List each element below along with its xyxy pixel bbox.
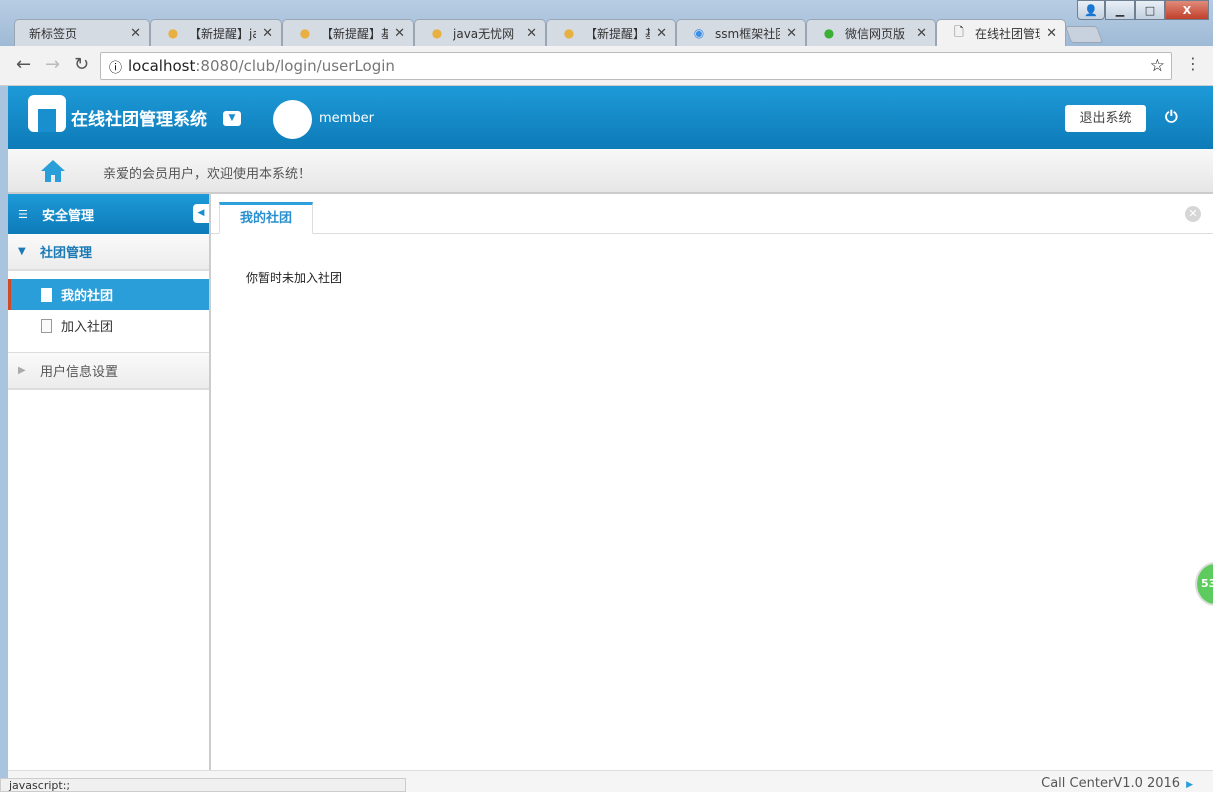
empty-message: 你暂时未加入社团 — [246, 271, 343, 285]
chrome-like-icon: ◉ — [693, 26, 705, 40]
forward-icon[interactable]: → — [45, 54, 60, 75]
browser-tab[interactable]: ● 【新提醒】基 ✕ — [282, 19, 414, 46]
url-path: :8080/club/login/userLogin — [195, 57, 395, 75]
browser-tab[interactable]: 新标签页 ✕ — [14, 19, 150, 46]
tab-label: java无忧网 — [453, 26, 515, 41]
browser-tab-bar: 新标签页 ✕ ● 【新提醒】ja ✕ ● 【新提醒】基 ✕ ● java无忧网 ✕ ● 【新提… — [0, 0, 1213, 47]
document-icon — [41, 287, 52, 302]
sidebar-group-club[interactable]: ▼ 社团管理 — [8, 234, 209, 271]
item-label: 我的社团 — [61, 289, 114, 304]
close-icon[interactable]: ✕ — [130, 26, 141, 41]
minimize-button[interactable]: ▁ — [1105, 0, 1135, 20]
forum-icon: ● — [431, 26, 443, 40]
close-icon[interactable]: ✕ — [262, 26, 273, 41]
close-icon[interactable]: ✕ — [1046, 26, 1057, 41]
sidebar-group-user-settings[interactable]: ▶ 用户信息设置 — [8, 353, 209, 390]
browser-tab-active[interactable]: 🗋 在线社团管理 ✕ — [936, 19, 1066, 47]
close-window-button[interactable]: X — [1165, 0, 1209, 20]
main-content: 我的社团 ✕ 你暂时未加入社团 — [211, 194, 1213, 770]
footer-text: Call CenterV1.0 2016 — [1041, 776, 1181, 791]
browser-tab[interactable]: ● 微信网页版 ✕ — [806, 19, 936, 46]
app-header: 在线社团管理系统 ▼ member 退出系统 ⏻ — [8, 86, 1213, 149]
chevron-down-icon[interactable]: ▼ — [223, 111, 241, 126]
power-icon[interactable]: ⏻ — [1165, 107, 1178, 127]
brand-title: 在线社团管理系统 — [71, 110, 207, 130]
forum-icon: ● — [167, 26, 179, 40]
maximize-button[interactable]: □ — [1135, 0, 1165, 20]
tab-label: 【新提醒】基 — [585, 26, 651, 41]
close-tabs-icon[interactable]: ✕ — [1185, 206, 1201, 222]
username: member — [319, 111, 374, 126]
avatar[interactable] — [273, 100, 312, 139]
tab-label: 【新提醒】基 — [321, 26, 389, 41]
browser-tab[interactable]: ● java无忧网 ✕ — [414, 19, 546, 46]
info-icon[interactable]: ⓘ — [109, 57, 122, 76]
browser-tab[interactable]: ● 【新提醒】基 ✕ — [546, 19, 676, 46]
caret-right-icon: ▶ — [18, 365, 26, 376]
sidebar-item-my-club[interactable]: 我的社团 — [8, 279, 209, 310]
back-icon[interactable]: ← — [16, 54, 31, 75]
tab-label: 新标签页 — [29, 26, 78, 41]
sidebar-section-security[interactable]: ☰ 安全管理 ◀ — [8, 194, 209, 234]
page-icon: 🗋 — [954, 25, 964, 39]
address-bar[interactable]: ⓘ localhost:8080/club/login/userLogin ☆ — [100, 52, 1172, 80]
home-icon[interactable] — [40, 159, 66, 183]
logo-icon — [28, 95, 66, 132]
close-icon[interactable]: ✕ — [786, 26, 797, 41]
group-label: 社团管理 — [40, 246, 93, 261]
reload-icon[interactable]: ↻ — [74, 54, 89, 75]
caret-down-icon: ▼ — [18, 246, 26, 257]
browser-tab[interactable]: ● 【新提醒】ja ✕ — [150, 19, 282, 46]
content-tabs: 我的社团 ✕ — [211, 194, 1213, 234]
sidebar-item-join-club[interactable]: 加入社团 — [8, 310, 209, 341]
status-bubble: javascript:; — [0, 778, 406, 792]
browser-tab[interactable]: ◉ ssm框架社团 ✕ — [676, 19, 806, 46]
tab-label: 在线社团管理 — [975, 27, 1041, 41]
forum-icon: ● — [563, 26, 575, 40]
item-label: 加入社团 — [61, 320, 114, 335]
star-icon[interactable]: ☆ — [1150, 56, 1165, 76]
close-icon[interactable]: ✕ — [394, 26, 405, 41]
group-label: 用户信息设置 — [40, 365, 119, 380]
logout-button[interactable]: 退出系统 — [1065, 105, 1146, 132]
collapse-sidebar-icon[interactable]: ◀ — [193, 204, 209, 223]
forum-icon: ● — [299, 26, 311, 40]
profile-icon[interactable]: 👤 — [1077, 0, 1105, 20]
tab-label: 微信网页版 — [845, 26, 906, 41]
menu-icon[interactable]: ⋮ — [1185, 54, 1201, 73]
url-host: localhost — [128, 57, 196, 75]
close-icon[interactable]: ✕ — [916, 26, 927, 41]
close-icon[interactable]: ✕ — [526, 26, 537, 41]
welcome-text: 亲爱的会员用户，欢迎使用本系统！ — [103, 167, 312, 182]
tab-my-club[interactable]: 我的社团 — [219, 202, 313, 234]
tab-label: ssm框架社团 — [715, 26, 781, 41]
list-icon: ☰ — [18, 207, 28, 221]
tab-label: 【新提醒】ja — [189, 26, 257, 41]
new-tab-button[interactable] — [1064, 26, 1104, 43]
section-label: 安全管理 — [42, 208, 95, 224]
sub-header: 亲爱的会员用户，欢迎使用本系统！ — [8, 149, 1213, 194]
document-icon — [41, 318, 52, 333]
app: 在线社团管理系统 ▼ member 退出系统 ⏻ 亲爱的会员用户，欢迎使用本系统… — [8, 86, 1213, 792]
close-icon[interactable]: ✕ — [656, 26, 667, 41]
caret-right-icon[interactable]: ▶ — [1186, 780, 1193, 790]
wechat-icon: ● — [823, 26, 835, 40]
browser-toolbar: ← → ↻ ⓘ localhost:8080/club/login/userLo… — [0, 46, 1213, 86]
sidebar: ☰ 安全管理 ◀ ▼ 社团管理 我的社团 加入社团 ▶ 用户信息设置 — [8, 194, 211, 770]
